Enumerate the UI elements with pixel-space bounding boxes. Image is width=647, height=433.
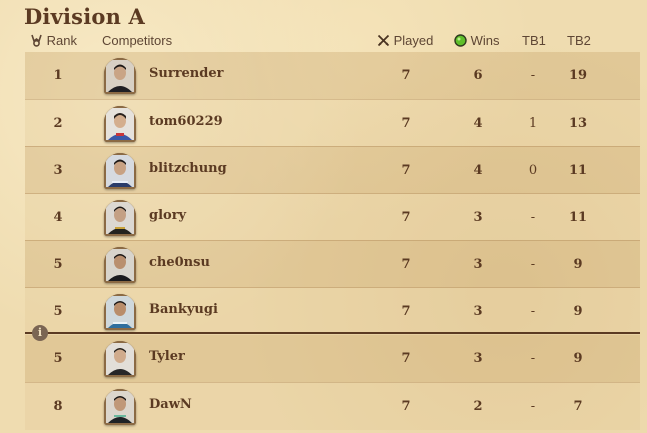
competitor-name[interactable]: Bankyugi bbox=[149, 288, 218, 335]
played-value: 7 bbox=[401, 304, 411, 319]
table-row[interactable]: 1 Surrender 7 6 - 19 bbox=[25, 52, 640, 99]
played-value: 7 bbox=[401, 163, 411, 178]
avatar[interactable] bbox=[104, 247, 136, 283]
rank-value: 8 bbox=[53, 399, 63, 414]
tb1-value: - bbox=[530, 68, 536, 83]
wins-header[interactable]: Wins bbox=[454, 33, 500, 48]
avatar[interactable] bbox=[104, 58, 136, 94]
wins-value: 4 bbox=[473, 163, 483, 178]
green-gem-icon bbox=[454, 33, 471, 48]
division-title: Division A bbox=[24, 4, 146, 29]
avatar[interactable] bbox=[104, 294, 136, 330]
tb1-header[interactable]: TB1 bbox=[522, 33, 546, 48]
rank-value: 4 bbox=[53, 210, 63, 225]
rank-value: 2 bbox=[53, 116, 63, 131]
table-row[interactable]: 5 che0nsu 7 3 - 9 bbox=[25, 240, 640, 288]
wins-value: 3 bbox=[473, 351, 483, 366]
competitor-name[interactable]: DawN bbox=[149, 383, 192, 430]
tb1-value: - bbox=[530, 210, 536, 225]
tb1-value: 0 bbox=[528, 163, 538, 178]
tb2-value: 19 bbox=[568, 68, 588, 83]
competitor-name[interactable]: glory bbox=[149, 194, 186, 241]
played-value: 7 bbox=[401, 399, 411, 414]
tb1-value: - bbox=[530, 257, 536, 272]
wins-header-label: Wins bbox=[470, 33, 500, 48]
competitor-name[interactable]: che0nsu bbox=[149, 241, 210, 288]
trophy-icon bbox=[30, 33, 47, 48]
rank-header-label: Rank bbox=[46, 33, 77, 48]
played-header[interactable]: Played bbox=[377, 33, 433, 48]
tb1-value: - bbox=[530, 304, 536, 319]
tb2-value: 7 bbox=[573, 399, 583, 414]
crossed-swords-icon bbox=[377, 33, 394, 48]
played-value: 7 bbox=[401, 210, 411, 225]
table-row[interactable]: 4 glory 7 3 - 11 bbox=[25, 193, 640, 241]
played-value: 7 bbox=[401, 351, 411, 366]
tb1-value: 1 bbox=[528, 116, 538, 131]
table-row[interactable]: 2 tom60229 7 4 1 13 bbox=[25, 99, 640, 147]
rank-header[interactable]: Rank bbox=[30, 33, 77, 48]
avatar[interactable] bbox=[104, 200, 136, 236]
tb1-value: - bbox=[530, 399, 536, 414]
table-row[interactable]: 5 Bankyugi 7 3 - 9 bbox=[25, 287, 640, 335]
wins-value: 3 bbox=[473, 304, 483, 319]
rank-value: 5 bbox=[53, 257, 63, 272]
tb2-value: 9 bbox=[573, 304, 583, 319]
played-value: 7 bbox=[401, 116, 411, 131]
table-row[interactable]: 3 blitzchung 7 4 0 11 bbox=[25, 146, 640, 194]
avatar[interactable] bbox=[104, 341, 136, 377]
standings-header: Rank Competitors Played Wins TB1 TB2 bbox=[25, 31, 640, 51]
played-value: 7 bbox=[401, 257, 411, 272]
played-header-label: Played bbox=[393, 33, 434, 48]
avatar[interactable] bbox=[104, 389, 136, 425]
tb2-value: 9 bbox=[573, 351, 583, 366]
competitor-name[interactable]: Tyler bbox=[149, 335, 185, 382]
rank-value: 1 bbox=[53, 68, 63, 83]
wins-value: 3 bbox=[473, 210, 483, 225]
avatar[interactable] bbox=[104, 106, 136, 142]
played-value: 7 bbox=[401, 68, 411, 83]
competitor-name[interactable]: tom60229 bbox=[149, 100, 223, 147]
tb2-value: 13 bbox=[568, 116, 588, 131]
tb2-value: 11 bbox=[568, 163, 588, 178]
wins-value: 6 bbox=[473, 68, 483, 83]
competitor-name[interactable]: blitzchung bbox=[149, 147, 227, 194]
tb1-value: - bbox=[530, 351, 536, 366]
rank-value: 3 bbox=[53, 163, 63, 178]
advancement-cutline bbox=[25, 332, 640, 334]
wins-value: 4 bbox=[473, 116, 483, 131]
wins-value: 2 bbox=[473, 399, 483, 414]
wins-value: 3 bbox=[473, 257, 483, 272]
table-row[interactable]: 5 Tyler 7 3 - 9 bbox=[25, 335, 640, 382]
competitor-name[interactable]: Surrender bbox=[149, 52, 223, 99]
avatar[interactable] bbox=[104, 153, 136, 189]
tb2-value: 11 bbox=[568, 210, 588, 225]
tb2-value: 9 bbox=[573, 257, 583, 272]
rank-value: 5 bbox=[53, 351, 63, 366]
competitors-header[interactable]: Competitors bbox=[102, 33, 172, 48]
tb2-header[interactable]: TB2 bbox=[567, 33, 591, 48]
info-icon[interactable]: i bbox=[32, 325, 48, 341]
table-row[interactable]: 8 DawN 7 2 - 7 bbox=[25, 382, 640, 430]
